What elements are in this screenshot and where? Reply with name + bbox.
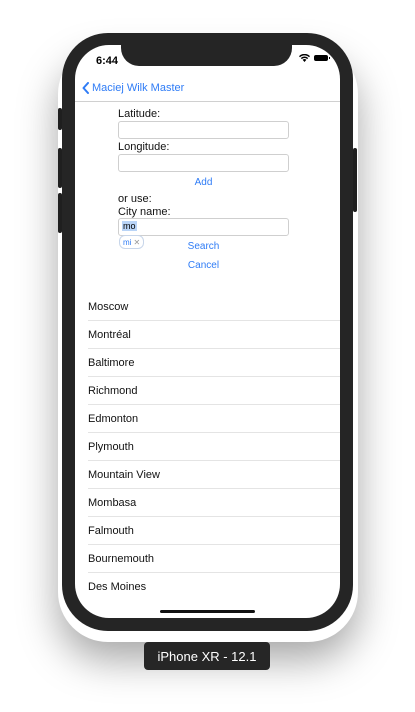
list-item-label: Baltimore bbox=[88, 356, 135, 369]
latitude-label: Latitude: bbox=[118, 108, 161, 120]
device-label: iPhone XR - 12.1 bbox=[144, 642, 270, 670]
home-indicator[interactable] bbox=[160, 610, 255, 613]
or-use-label: or use: bbox=[118, 193, 152, 205]
battery-icon bbox=[314, 55, 330, 61]
list-item-label: Edmonton bbox=[88, 412, 139, 425]
list-item[interactable]: Des Moines bbox=[88, 573, 340, 601]
list-item-label: Mountain View bbox=[88, 468, 160, 481]
chevron-left-icon bbox=[82, 82, 89, 94]
volume-up-button bbox=[58, 148, 62, 188]
list-item[interactable]: Mombasa bbox=[88, 489, 340, 517]
list-item[interactable]: Plymouth bbox=[88, 433, 340, 461]
list-item[interactable]: Mountain View bbox=[88, 461, 340, 489]
list-item[interactable]: Montréal bbox=[88, 321, 340, 349]
list-item[interactable]: Moscow bbox=[88, 293, 340, 321]
mute-switch bbox=[58, 108, 62, 130]
back-button[interactable]: Maciej Wilk Master bbox=[82, 82, 184, 94]
add-button[interactable]: Add bbox=[118, 177, 289, 188]
notch bbox=[121, 45, 292, 66]
status-icons bbox=[299, 54, 330, 62]
longitude-field[interactable] bbox=[118, 154, 289, 172]
list-item[interactable]: Edmonton bbox=[88, 405, 340, 433]
latitude-field[interactable] bbox=[118, 121, 289, 139]
list-item[interactable]: Falmouth bbox=[88, 517, 340, 545]
list-item-label: Des Moines bbox=[88, 581, 147, 593]
status-time: 6:44 bbox=[96, 55, 119, 67]
list-item-label: Bournemouth bbox=[88, 552, 155, 565]
city-name-field[interactable]: mo bbox=[118, 218, 289, 236]
city-list: Moscow Montréal Baltimore Richmond Edmon… bbox=[88, 293, 340, 601]
wifi-icon bbox=[299, 54, 310, 62]
power-button bbox=[353, 148, 357, 212]
list-item[interactable]: Bournemouth bbox=[88, 545, 340, 573]
screen: 6:44 Maciej Wilk Master Latitude: Longit… bbox=[75, 45, 340, 618]
list-item-label: Mombasa bbox=[88, 496, 137, 509]
list-item-label: Falmouth bbox=[88, 524, 134, 537]
navigation-bar: Maciej Wilk Master bbox=[75, 75, 340, 102]
list-item-label: Richmond bbox=[88, 384, 138, 397]
list-item-label: Moscow bbox=[88, 300, 129, 313]
list-item-label: Montréal bbox=[88, 328, 131, 341]
city-name-label: City name: bbox=[118, 206, 171, 218]
city-name-value: mo bbox=[122, 221, 137, 231]
volume-down-button bbox=[58, 193, 62, 233]
longitude-label: Longitude: bbox=[118, 141, 170, 153]
list-item[interactable]: Richmond bbox=[88, 377, 340, 405]
cancel-button[interactable]: Cancel bbox=[118, 260, 289, 271]
list-item[interactable]: Baltimore bbox=[88, 349, 340, 377]
search-button[interactable]: Search bbox=[118, 241, 289, 252]
back-button-label: Maciej Wilk Master bbox=[92, 82, 185, 94]
list-item-label: Plymouth bbox=[88, 440, 134, 453]
